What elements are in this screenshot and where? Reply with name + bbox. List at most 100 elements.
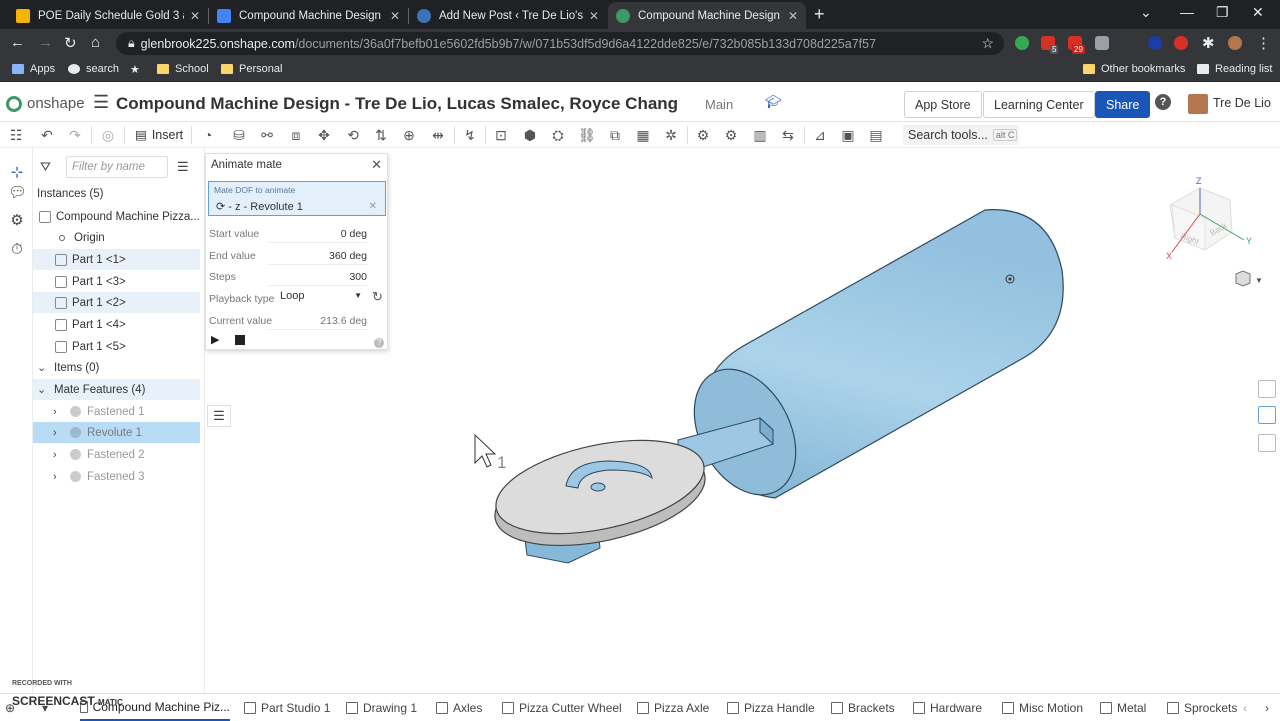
tree-part-item[interactable]: Part 1 <4> — [33, 314, 200, 335]
minimize-icon[interactable]: — — [1180, 4, 1194, 20]
display-states-icon[interactable]: ▤ — [868, 127, 884, 143]
home-icon[interactable]: ⌂ — [91, 34, 100, 51]
tab-drawing-1[interactable]: Drawing 1 — [346, 694, 417, 721]
close-icon[interactable]: ✕ — [190, 9, 200, 23]
extension-gray-icon[interactable] — [1095, 36, 1109, 50]
mate-fastened-2[interactable]: › Fastened 2 — [33, 444, 200, 465]
tree-part-item[interactable]: Part 1 <1> — [33, 249, 200, 270]
tree-part-item[interactable]: Part 1 <3> — [33, 271, 200, 292]
app-store-button[interactable]: App Store — [904, 91, 982, 118]
screw-relation-icon[interactable]: ⧉ — [607, 127, 623, 143]
filter-icon[interactable]: ⛛ — [40, 159, 51, 175]
undo-icon[interactable]: ↶ — [39, 127, 55, 143]
learning-center-button[interactable]: Learning Center — [983, 91, 1095, 118]
extension-green-icon[interactable] — [1015, 36, 1029, 50]
reading-list[interactable]: Reading list — [1197, 63, 1272, 75]
tab-part-studio-1[interactable]: Part Studio 1 — [244, 694, 330, 721]
address-bar[interactable]: 🔒︎ glenbrook225.onshape.com/documents/36… — [116, 32, 1004, 55]
extension-k-icon[interactable] — [1148, 36, 1162, 50]
regenerate-icon[interactable]: ◎ — [100, 127, 116, 143]
hamburger-menu-icon[interactable]: ☰ — [93, 92, 109, 113]
forward-icon[interactable]: → — [38, 34, 53, 51]
back-icon[interactable]: ← — [10, 34, 25, 51]
tab-sprockets[interactable]: Sprockets — [1167, 694, 1237, 721]
browser-tab-onshape[interactable]: Compound Machine Design - Tre ✕ — [608, 2, 806, 29]
features-list-icon[interactable]: ☷ — [8, 127, 24, 143]
appearance-icon[interactable] — [1258, 406, 1276, 424]
bookmark-star-icon[interactable]: ☆ — [981, 35, 994, 52]
bom-table-icon[interactable] — [1258, 380, 1276, 398]
configurations-icon[interactable]: ⚙ — [8, 212, 26, 230]
rack-pinion-icon[interactable]: ⛓ — [578, 127, 596, 143]
tab-pizza-axle[interactable]: Pizza Axle — [637, 694, 709, 721]
insert-button[interactable]: ▤ Insert — [135, 127, 183, 143]
replicate-icon[interactable]: ◔ — [200, 127, 216, 143]
gear-relation-icon[interactable]: ⛭ — [550, 127, 566, 143]
onshape-logo[interactable]: onshape — [6, 95, 85, 112]
section-view-icon[interactable]: ▣ — [840, 127, 856, 143]
chevron-right-icon[interactable]: › — [53, 471, 65, 483]
mate-values-icon[interactable] — [1258, 434, 1276, 452]
tabs-scroll-right-icon[interactable]: › — [1265, 694, 1269, 721]
close-icon[interactable]: ✕ — [589, 9, 599, 23]
list-view-icon[interactable]: ☰ — [177, 159, 189, 175]
bookmark-apps[interactable]: Apps — [12, 63, 55, 75]
redo-icon[interactable]: ↷ — [67, 127, 83, 143]
bookmark-search[interactable]: search — [68, 63, 119, 75]
close-icon[interactable]: ✕ — [788, 9, 798, 23]
pin-slot-mate-icon[interactable]: ⇅ — [373, 127, 389, 143]
new-tab-icon[interactable]: + — [814, 4, 825, 25]
explode-icon[interactable]: ✲ — [663, 127, 679, 143]
mate-fastened-1[interactable]: › Fastened 1 — [33, 401, 200, 422]
tree-assembly-root[interactable]: Compound Machine Pizza... — [33, 206, 200, 227]
play-icon[interactable]: ▶ — [211, 333, 219, 346]
pattern-icon[interactable]: ▥ — [752, 127, 768, 143]
tree-part-item[interactable]: Part 1 <2> — [33, 292, 200, 313]
share-button[interactable]: Share — [1095, 91, 1151, 118]
mate-revolute-1[interactable]: › Revolute 1 — [33, 422, 200, 443]
browser-tab-compound-doc[interactable]: Compound Machine Design with ✕ — [209, 2, 408, 29]
bookmark-star[interactable]: ★ — [130, 63, 140, 76]
window-close-icon[interactable]: ✕ — [1252, 4, 1264, 21]
ball-mate-icon[interactable]: ⊕ — [401, 127, 417, 143]
pizza-handle-part[interactable] — [674, 209, 1064, 513]
tree-part-item[interactable]: Part 1 <5> — [33, 336, 200, 357]
browser-tab-wordpress[interactable]: Add New Post ‹ Tre De Lio's PLTW ✕ — [409, 2, 607, 29]
group-icon[interactable]: ⬢ — [522, 127, 538, 143]
mirror-icon[interactable]: ⇆ — [780, 127, 796, 143]
slider-mate-icon[interactable]: ⧈ — [288, 127, 304, 143]
planar-mate-icon[interactable]: ✥ — [316, 127, 332, 143]
tab-misc-motion[interactable]: Misc Motion — [1002, 694, 1083, 721]
bookmark-school[interactable]: School — [157, 63, 209, 75]
tab-axles[interactable]: Axles — [436, 694, 482, 721]
chevron-right-icon[interactable]: › — [53, 449, 65, 461]
3d-viewport[interactable]: 1 Right Back Z X Y ▼ — [233, 148, 1280, 693]
settings-gear-icon[interactable]: ⚙ — [695, 127, 711, 143]
mate-connector-icon[interactable]: ⊡ — [493, 127, 509, 143]
tangent-mate-icon[interactable]: ↯ — [462, 127, 478, 143]
revolute-mate-icon[interactable]: ⚯ — [259, 127, 275, 143]
chevron-down-icon[interactable]: ⌄ — [37, 383, 49, 396]
browser-menu-icon[interactable]: ⋮ — [1256, 34, 1271, 52]
chevron-down-icon[interactable]: ⌄ — [37, 361, 49, 374]
view-cube-menu[interactable]: ▼ — [1235, 270, 1263, 287]
tab-brackets[interactable]: Brackets — [831, 694, 895, 721]
filter-by-name-input[interactable]: Filter by name — [66, 156, 168, 178]
search-tools-input[interactable]: Search tools... alt C — [903, 125, 1019, 145]
extensions-puzzle-icon[interactable]: ✱ — [1202, 34, 1215, 52]
maximize-icon[interactable]: ❐ — [1216, 4, 1229, 21]
comments-icon[interactable]: 💬︎ — [8, 184, 27, 202]
user-name[interactable]: Tre De Lio — [1213, 96, 1271, 110]
close-icon[interactable]: ✕ — [390, 9, 400, 23]
parallel-mate-icon[interactable]: ⇹ — [430, 127, 446, 143]
fastened-mate-icon[interactable]: ⛁ — [231, 127, 247, 143]
tree-origin[interactable]: Origin — [33, 227, 200, 248]
measure-icon[interactable]: ⊿ — [812, 127, 828, 143]
cylindrical-mate-icon[interactable]: ⟲ — [345, 127, 361, 143]
bookmark-other[interactable]: Other bookmarks — [1083, 63, 1185, 75]
large-gear-icon[interactable]: ⚙ — [723, 127, 739, 143]
chevron-right-icon[interactable]: › — [53, 406, 65, 418]
view-cube[interactable]: Right Back Z X Y — [1166, 176, 1252, 261]
extension-record-icon[interactable] — [1174, 36, 1188, 50]
bookmark-personal[interactable]: Personal — [221, 63, 282, 75]
